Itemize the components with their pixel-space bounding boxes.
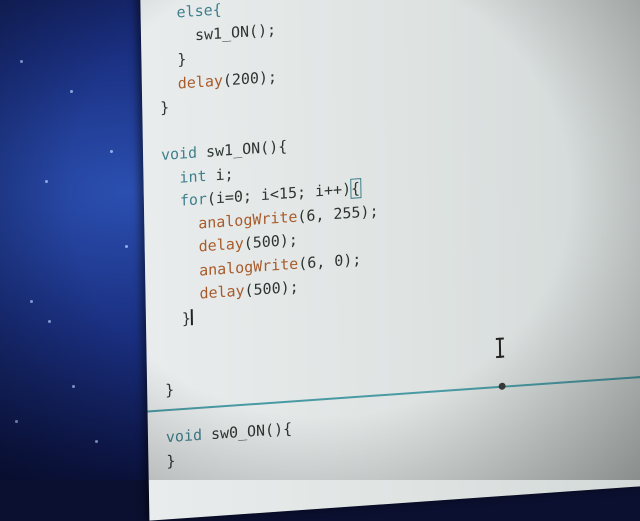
code-indent (160, 74, 178, 93)
code-indent (159, 51, 177, 70)
star-decoration (15, 420, 18, 423)
split-handle[interactable] (499, 382, 506, 389)
star-decoration (125, 245, 128, 248)
code-indent (162, 192, 180, 211)
star-decoration (45, 180, 48, 183)
code-indent (159, 26, 195, 47)
code-token: sw1_ON(); (195, 20, 276, 44)
code-function: delay (199, 281, 244, 302)
star-decoration (48, 320, 51, 323)
code-indent (163, 285, 199, 306)
code-indent (163, 238, 199, 259)
code-indent (164, 309, 182, 328)
code-keyword: for (180, 190, 207, 210)
code-token: sw1_ON(){ (197, 137, 287, 161)
code-keyword: int (179, 166, 206, 186)
code-indent (162, 214, 198, 235)
star-decoration (72, 385, 75, 388)
code-token: (200); (223, 67, 277, 89)
code-token: (500); (244, 231, 298, 253)
code-function: delay (199, 234, 244, 255)
code-token: sw0_ON(){ (202, 419, 292, 443)
code-token: } (166, 451, 175, 470)
code-function: analogWrite (198, 207, 297, 232)
star-decoration (20, 60, 23, 63)
code-function: delay (178, 71, 223, 92)
code-indent (161, 168, 179, 187)
code-keyword: void (161, 143, 197, 164)
code-indent (158, 4, 176, 23)
code-token: } (177, 50, 186, 69)
star-decoration (30, 300, 33, 303)
code-token: } (160, 98, 169, 117)
code-token: (6, 0); (298, 250, 361, 272)
code-token: i; (206, 164, 233, 184)
code-keyword: void (166, 426, 202, 447)
code-token: { (351, 179, 360, 198)
code-token: } (182, 309, 191, 328)
code-token: (6, 255); (297, 201, 378, 225)
star-decoration (95, 440, 98, 443)
code-token: (500); (244, 278, 298, 300)
code-editor[interactable]: else{ sw1_ON(); } delay(200);}void sw1_O… (140, 0, 640, 521)
star-decoration (110, 150, 113, 153)
code-keyword: else{ (176, 0, 221, 21)
star-decoration (70, 90, 73, 93)
code-function: analogWrite (199, 254, 298, 279)
text-caret (191, 309, 193, 325)
code-indent (163, 261, 199, 282)
ibeam-cursor-icon (494, 337, 506, 358)
code-token: } (165, 381, 174, 400)
